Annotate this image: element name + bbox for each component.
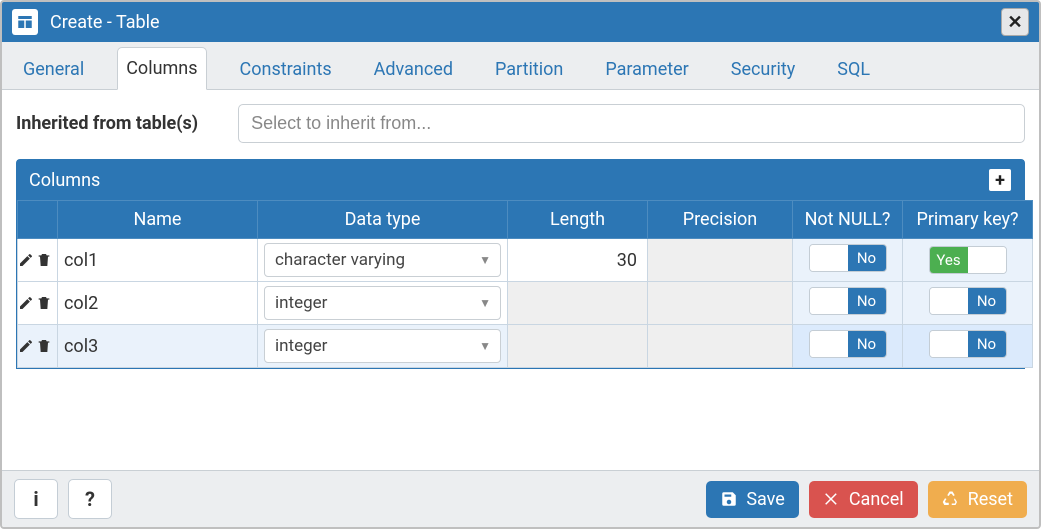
columns-panel-header: Columns +	[17, 160, 1024, 200]
datatype-cell: character varying▼	[258, 239, 508, 282]
notnull-cell: No	[793, 325, 903, 368]
recycle-icon	[942, 490, 960, 508]
cancel-button[interactable]: Cancel	[809, 481, 918, 518]
columns-table: Name Data type Length Precision Not NULL…	[17, 200, 1033, 368]
close-icon: ✕	[1007, 12, 1022, 33]
primarykey-toggle[interactable]: No	[929, 287, 1007, 315]
column-name-cell[interactable]: col2	[58, 282, 258, 325]
reset-label: Reset	[968, 489, 1013, 510]
pk-cell: No	[903, 325, 1033, 368]
table-icon	[12, 9, 38, 35]
tab-partition[interactable]: Partition	[486, 48, 572, 90]
length-cell	[508, 325, 648, 368]
footer: i ? Save Cancel Reset	[2, 470, 1039, 527]
datatype-select[interactable]: integer	[264, 329, 501, 363]
table-row: col2integer▼ No No	[18, 282, 1033, 325]
notnull-toggle[interactable]: No	[809, 244, 887, 272]
precision-cell	[648, 282, 793, 325]
datatype-cell: integer▼	[258, 325, 508, 368]
primarykey-toggle[interactable]: Yes	[929, 246, 1007, 274]
tab-constraints[interactable]: Constraints	[231, 48, 341, 90]
table-row: col3integer▼ No No	[18, 325, 1033, 368]
toggle-label: Yes	[930, 247, 968, 273]
col-header-name: Name	[58, 201, 258, 239]
inherit-input[interactable]	[238, 104, 1025, 143]
trash-icon[interactable]	[36, 252, 52, 268]
inherit-row: Inherited from table(s)	[16, 104, 1025, 143]
notnull-toggle[interactable]: No	[809, 330, 887, 358]
table-row: col1character varying▼30 No Yes	[18, 239, 1033, 282]
datatype-select[interactable]: integer	[264, 286, 501, 320]
edit-icon[interactable]	[18, 338, 34, 354]
dialog-title: Create - Table	[50, 12, 989, 33]
column-name-cell[interactable]: col1	[58, 239, 258, 282]
question-icon: ?	[85, 487, 95, 511]
columns-panel: Columns + Name	[16, 159, 1025, 369]
trash-icon[interactable]	[36, 338, 52, 354]
close-button[interactable]: ✕	[1001, 8, 1029, 36]
tabbar: General Columns Constraints Advanced Par…	[2, 42, 1039, 90]
tab-columns[interactable]: Columns	[117, 47, 206, 90]
tab-general[interactable]: General	[14, 48, 93, 90]
col-header-datatype: Data type	[258, 201, 508, 239]
toggle-label: No	[848, 331, 886, 357]
inherit-label: Inherited from table(s)	[16, 113, 198, 134]
col-header-pk: Primary key?	[903, 201, 1033, 239]
plus-icon: +	[995, 170, 1005, 191]
tab-advanced[interactable]: Advanced	[365, 48, 462, 90]
notnull-toggle[interactable]: No	[809, 287, 887, 315]
tab-sql[interactable]: SQL	[828, 48, 879, 90]
tab-parameter[interactable]: Parameter	[596, 48, 697, 90]
length-cell	[508, 282, 648, 325]
column-name-cell[interactable]: col3	[58, 325, 258, 368]
save-label: Save	[746, 489, 785, 510]
col-header-precision: Precision	[648, 201, 793, 239]
col-header-length: Length	[508, 201, 648, 239]
columns-panel-title: Columns	[29, 170, 988, 191]
info-button[interactable]: i	[14, 479, 58, 519]
save-button[interactable]: Save	[706, 481, 799, 518]
cancel-icon	[823, 490, 841, 508]
datatype-select[interactable]: character varying	[264, 243, 501, 277]
toggle-label: No	[848, 245, 886, 271]
primarykey-toggle[interactable]: No	[929, 330, 1007, 358]
col-header-notnull: Not NULL?	[793, 201, 903, 239]
pk-cell: No	[903, 282, 1033, 325]
pk-cell: Yes	[903, 239, 1033, 282]
toggle-label: No	[968, 288, 1006, 314]
titlebar: Create - Table ✕	[2, 2, 1039, 42]
notnull-cell: No	[793, 282, 903, 325]
precision-cell	[648, 239, 793, 282]
toggle-label: No	[968, 331, 1006, 357]
content-area: Inherited from table(s) Columns +	[2, 90, 1039, 470]
save-icon	[720, 490, 738, 508]
datatype-cell: integer▼	[258, 282, 508, 325]
help-button[interactable]: ?	[68, 479, 112, 519]
create-table-dialog: Create - Table ✕ General Columns Constra…	[0, 0, 1041, 529]
trash-icon[interactable]	[36, 295, 52, 311]
cancel-label: Cancel	[849, 489, 904, 510]
tab-security[interactable]: Security	[722, 48, 804, 90]
reset-button[interactable]: Reset	[928, 481, 1027, 518]
edit-icon[interactable]	[18, 252, 34, 268]
col-header-actions	[18, 201, 58, 239]
toggle-label: No	[848, 288, 886, 314]
precision-cell	[648, 325, 793, 368]
length-cell[interactable]: 30	[508, 239, 648, 282]
info-icon: i	[33, 487, 38, 511]
notnull-cell: No	[793, 239, 903, 282]
add-column-button[interactable]: +	[988, 168, 1012, 192]
edit-icon[interactable]	[18, 295, 34, 311]
